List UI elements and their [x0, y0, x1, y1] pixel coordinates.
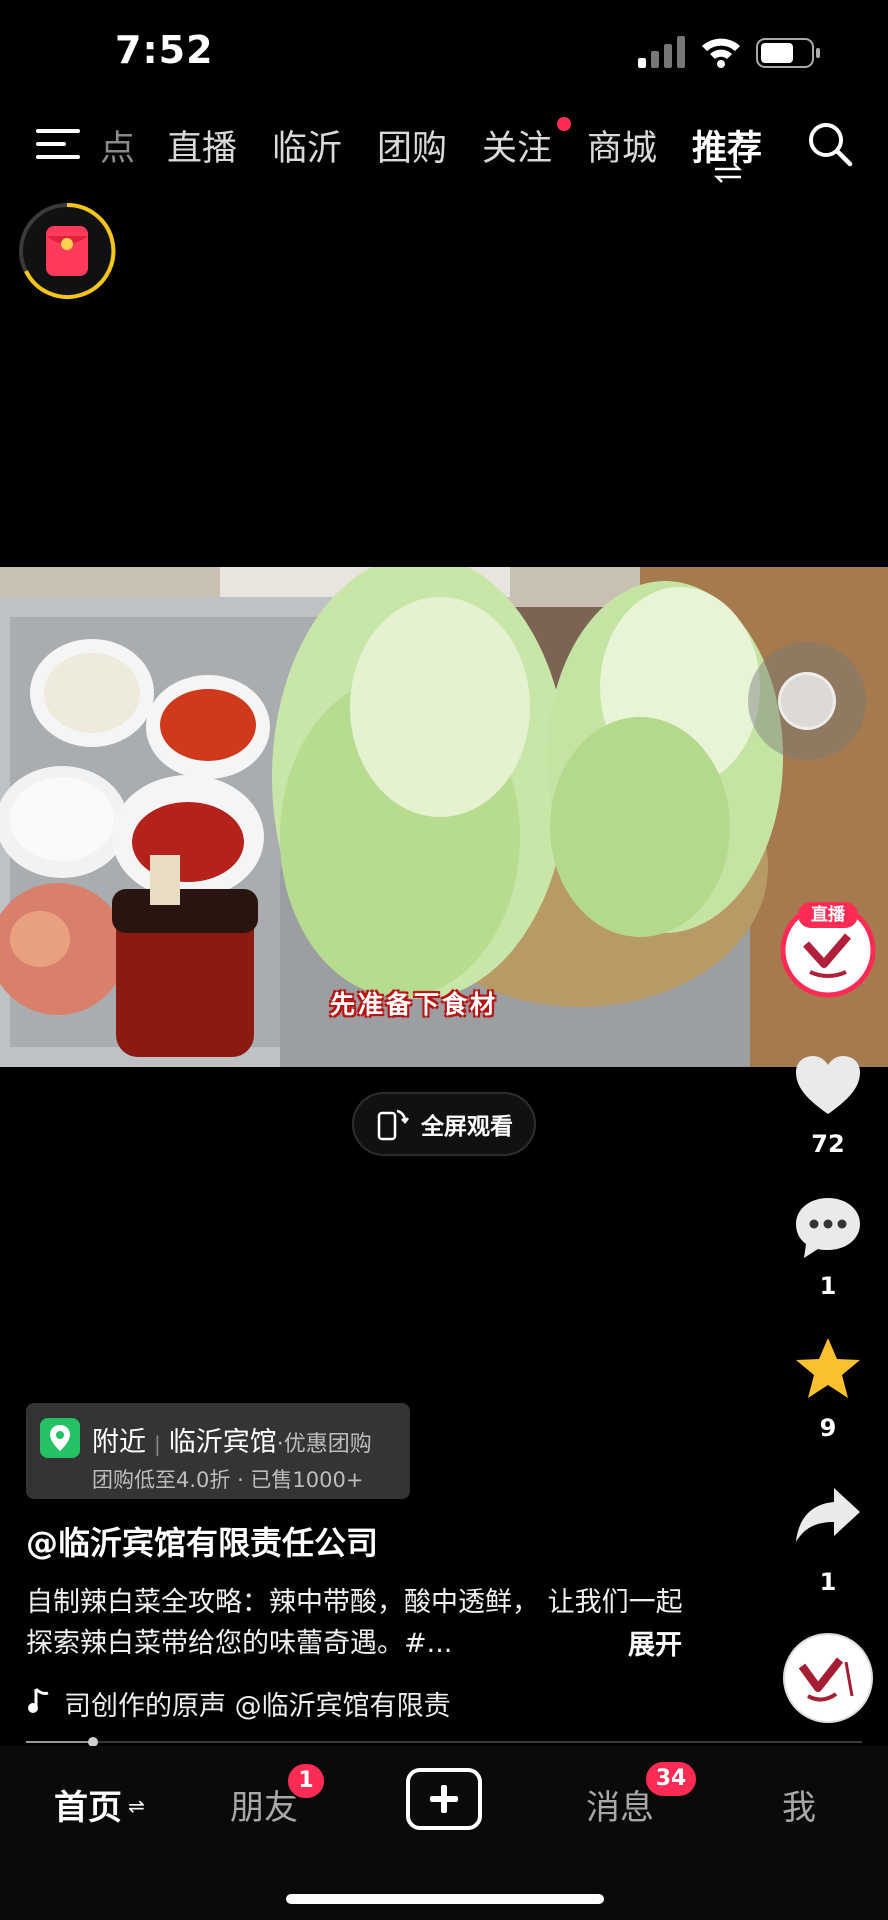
- friends-badge: 1: [286, 1762, 326, 1800]
- video-progress-track[interactable]: [26, 1741, 862, 1743]
- tab-group-buy[interactable]: 团购: [377, 120, 447, 171]
- tab-messages[interactable]: 消息: [586, 1780, 654, 1829]
- music-note-icon: [28, 1687, 49, 1713]
- tab-mall[interactable]: 商城: [587, 120, 657, 171]
- search-icon[interactable]: [806, 120, 854, 168]
- share-count: 1: [819, 1568, 837, 1596]
- tab-local[interactable]: 临沂: [272, 120, 342, 171]
- location-name: 临沂宾馆: [168, 1427, 277, 1458]
- author-name[interactable]: @临沂宾馆有限责任公司: [26, 1518, 378, 1564]
- star-icon[interactable]: [794, 1336, 862, 1400]
- location-title: 附近 | 临沂宾馆·优惠团购: [92, 1427, 372, 1458]
- plus-icon: [430, 1785, 458, 1813]
- tab-live[interactable]: 直播: [167, 120, 237, 171]
- video-description: 自制辣白菜全攻略：辣中带酸，酸中透鲜， 让我们一起探索辣白菜带给您的味蕾奇遇。#…: [26, 1582, 706, 1664]
- live-badge: 直播: [798, 902, 858, 928]
- messages-badge: 34: [644, 1760, 698, 1798]
- following-notification-dot: [557, 117, 571, 131]
- tab-home[interactable]: 首页: [54, 1780, 122, 1829]
- author-avatar[interactable]: [782, 1632, 874, 1724]
- battery-icon: [756, 38, 820, 68]
- tab-following[interactable]: 关注: [482, 120, 552, 171]
- location-tag: ·优惠团购: [276, 1432, 372, 1457]
- heart-icon[interactable]: [794, 1054, 862, 1118]
- comment-count: 1: [819, 1272, 837, 1300]
- favorite-count: 9: [819, 1414, 837, 1442]
- menu-icon[interactable]: [36, 127, 80, 161]
- live-avatar[interactable]: 直播: [780, 902, 876, 998]
- comment-icon[interactable]: [794, 1196, 862, 1260]
- home-switch-icon: ⇌: [128, 1794, 145, 1818]
- music-title: 司创作的原声 @临沂宾馆有限责: [64, 1691, 451, 1722]
- fullscreen-label: 全屏观看: [421, 1114, 513, 1140]
- tab-partial[interactable]: 点: [100, 120, 135, 171]
- status-time: 7:52: [115, 28, 214, 72]
- wifi-icon: [702, 38, 740, 68]
- fullscreen-button[interactable]: 全屏观看: [352, 1092, 536, 1156]
- location-pin-icon: [40, 1418, 80, 1458]
- location-detail: 团购低至4.0折 · 已售1000+: [92, 1468, 364, 1492]
- tab-me[interactable]: 我: [782, 1780, 816, 1829]
- rotate-screen-icon: [377, 1109, 409, 1141]
- create-post-button[interactable]: [406, 1768, 482, 1830]
- cellular-signal-icon: [638, 36, 685, 68]
- expand-button[interactable]: 展开: [628, 1623, 682, 1662]
- home-indicator: [286, 1894, 604, 1904]
- share-icon[interactable]: [794, 1484, 862, 1548]
- video-subtitle: 先准备下食材: [330, 990, 499, 1019]
- swap-arrows-icon: [713, 163, 743, 183]
- floating-button-center: [778, 672, 836, 730]
- video-progress-fill: [26, 1741, 93, 1743]
- like-count: 72: [811, 1130, 845, 1158]
- nearby-label: 附近: [92, 1427, 146, 1458]
- music-row[interactable]: 司创作的原声 @临沂宾馆有限责: [26, 1684, 526, 1724]
- red-envelope-icon[interactable]: [16, 200, 118, 302]
- description-text: 自制辣白菜全攻略：辣中带酸，酸中透鲜， 让我们一起探索辣白菜带给您的味蕾奇遇。#…: [26, 1587, 683, 1659]
